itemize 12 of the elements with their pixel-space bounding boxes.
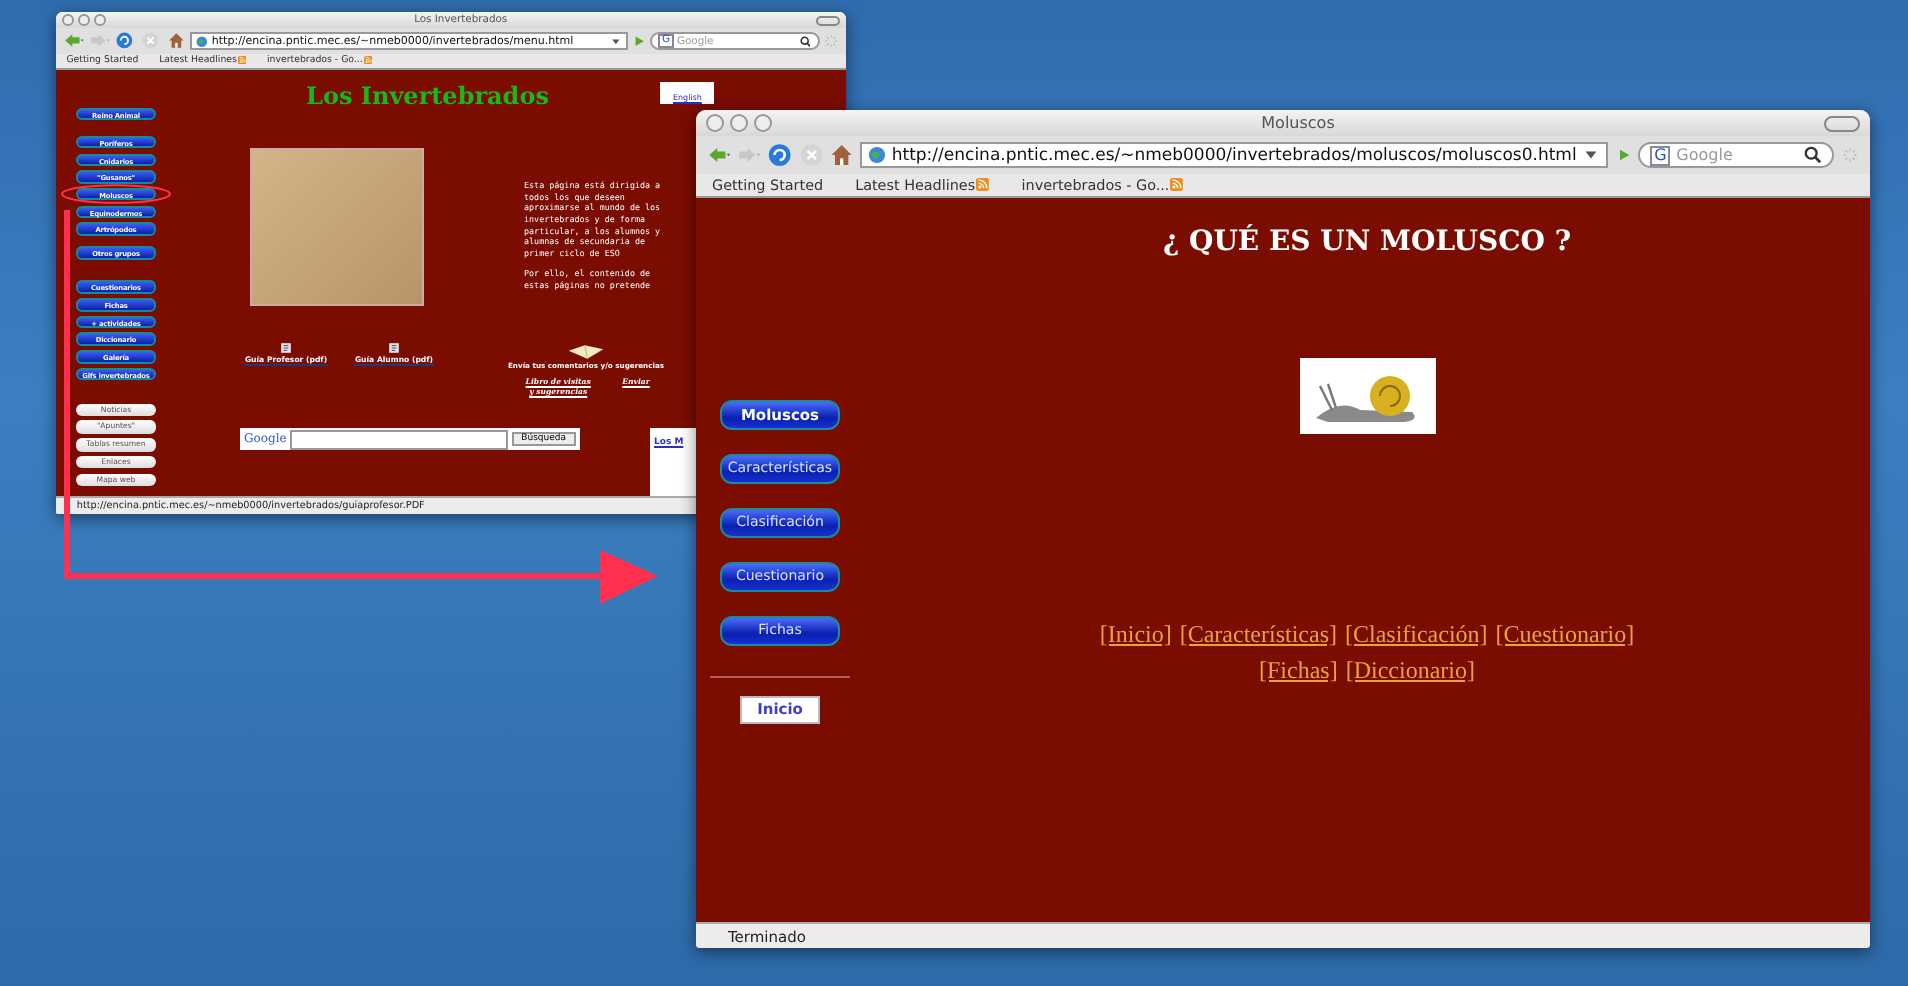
window-title: Moluscos — [1259, 114, 1337, 132]
text-link[interactable]: [Inicio] — [1099, 620, 1172, 650]
text-link[interactable]: [Características] — [1179, 620, 1337, 650]
page-heading: Los Invertebrados — [306, 81, 549, 110]
text-link[interactable]: [Diccionario] — [1345, 656, 1475, 686]
search-field[interactable]: G Google — [1638, 141, 1835, 169]
text-link[interactable]: [Clasificación] — [1344, 620, 1488, 650]
text-link[interactable]: [Fichas] — [1259, 656, 1338, 686]
page-heading: ¿ QUÉ ES UN MOLUSCO ? — [1162, 226, 1572, 258]
search-engine-icon[interactable]: G — [1650, 145, 1671, 165]
text-link[interactable]: [Cuestionario] — [1495, 620, 1635, 650]
address-field[interactable]: http://encina.pntic.mec.es/~nmeb0000/invertebrados/moluscos/moluscos0.html — [859, 141, 1609, 169]
